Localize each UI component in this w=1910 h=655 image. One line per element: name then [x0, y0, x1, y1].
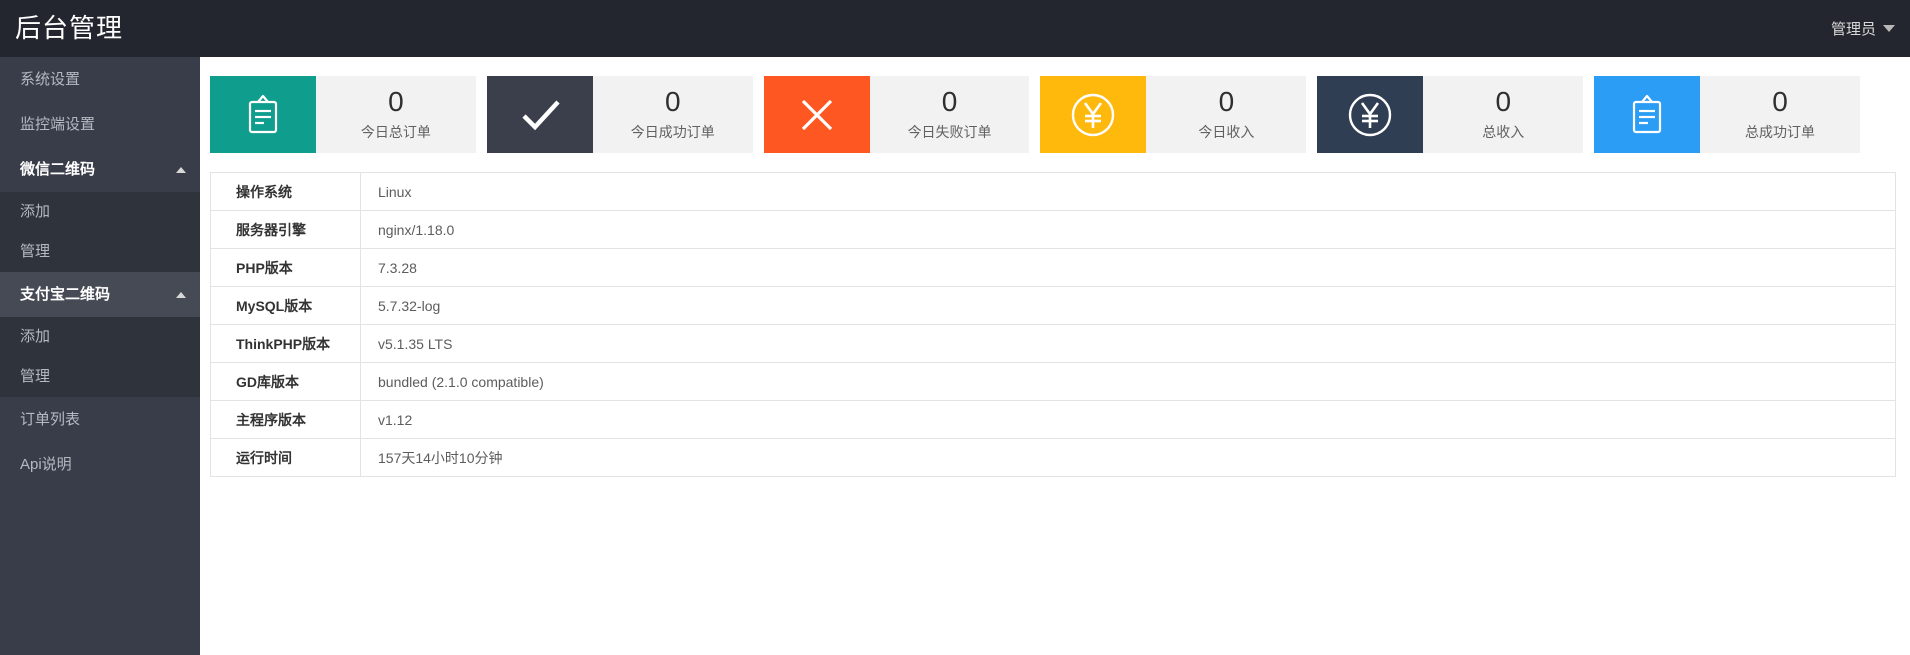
sidebar-item-wechat-qrcode[interactable]: 微信二维码 [0, 147, 200, 192]
yen-icon [1349, 93, 1392, 136]
sidebar-item-label: 系统设置 [20, 71, 81, 88]
table-row: PHP版本 7.3.28 [210, 248, 1896, 287]
stat-icon-box [763, 76, 870, 153]
table-row: ThinkPHP版本 v5.1.35 LTS [210, 324, 1896, 363]
spec-value: 157天14小时10分钟 [360, 438, 1896, 477]
clipboard-icon [248, 94, 278, 133]
stat-icon-box [1040, 76, 1147, 153]
clipboard-icon [1633, 94, 1662, 133]
stat-info: 0 今日总订单 [316, 76, 476, 153]
spec-value: v5.1.35 LTS [360, 324, 1896, 363]
sidebar-item-system-settings[interactable]: 系统设置 [0, 57, 200, 102]
sidebar-item-label: 管理 [20, 243, 51, 260]
sidebar-item-alipay-qrcode[interactable]: 支付宝二维码 [0, 272, 200, 317]
sidebar-item-order-list[interactable]: 订单列表 [0, 397, 200, 442]
sidebar-item-monitor-settings[interactable]: 监控端设置 [0, 102, 200, 147]
stat-value: 0 [1772, 86, 1788, 118]
system-info-table: 操作系统 Linux 服务器引擎 nginx/1.18.0 PHP版本 7.3.… [210, 172, 1896, 477]
stat-info: 0 今日成功订单 [592, 76, 753, 153]
user-menu[interactable]: 管理员 [1831, 0, 1895, 57]
sidebar-item-alipay-add[interactable]: 添加 [0, 317, 200, 357]
stat-value: 0 [1218, 86, 1235, 118]
stat-value: 0 [388, 86, 404, 118]
stat-label: 总收入 [1482, 123, 1525, 140]
stat-card-today-failed-orders: 0 今日失败订单 [763, 76, 1030, 153]
stat-label: 总成功订单 [1745, 123, 1816, 140]
stat-icon-box [210, 76, 316, 153]
table-row: GD库版本 bundled (2.1.0 compatible) [210, 362, 1896, 401]
sidebar: 系统设置 监控端设置 微信二维码 添加 管理 支付宝二维码 添加 管理 订单列表… [0, 57, 200, 655]
sidebar-item-alipay-manage[interactable]: 管理 [0, 357, 200, 397]
spec-value: nginx/1.18.0 [360, 210, 1896, 249]
stat-icon-box [486, 76, 593, 153]
stat-value: 0 [941, 86, 958, 118]
stat-card-total-success-orders: 0 总成功订单 [1594, 76, 1860, 153]
stats-row: 0 今日总订单 0 今日成功订单 0 今日失败订单 0 今日收入 0 总收入 0… [210, 76, 1860, 153]
user-name: 管理员 [1830, 21, 1876, 38]
page-title: 后台管理 [15, 13, 124, 43]
sidebar-item-label: 管理 [20, 368, 51, 385]
sidebar-item-api-docs[interactable]: Api说明 [0, 442, 200, 487]
table-row: MySQL版本 5.7.32-log [210, 286, 1896, 325]
spec-label: GD库版本 [210, 362, 361, 401]
stat-card-total-income: 0 总收入 [1317, 76, 1584, 153]
sidebar-item-label: 支付宝二维码 [20, 286, 111, 303]
sidebar-item-label: 添加 [20, 328, 51, 345]
spec-value: Linux [360, 172, 1896, 211]
stat-label: 今日总订单 [360, 123, 431, 140]
stat-label: 今日成功订单 [630, 123, 715, 140]
check-icon [522, 99, 560, 130]
stat-icon-box [1317, 76, 1424, 153]
spec-label: 主程序版本 [210, 400, 361, 439]
stat-label: 今日失败订单 [907, 123, 992, 140]
spec-value: v1.12 [360, 400, 1896, 439]
table-row: 服务器引擎 nginx/1.18.0 [210, 210, 1896, 249]
table-row: 运行时间 157天14小时10分钟 [210, 438, 1896, 477]
sidebar-group-wechat: 添加 管理 [0, 192, 200, 272]
cross-icon [801, 99, 832, 130]
sidebar-group-alipay: 添加 管理 [0, 317, 200, 397]
chevron-up-icon [176, 166, 186, 173]
yen-icon [1072, 93, 1115, 136]
table-row: 主程序版本 v1.12 [210, 400, 1896, 439]
sidebar-item-label: 添加 [20, 203, 51, 220]
header: 后台管理 管理员 [0, 0, 1910, 57]
stat-info: 0 总收入 [1423, 76, 1584, 153]
spec-label: ThinkPHP版本 [210, 324, 361, 363]
stat-info: 0 今日失败订单 [869, 76, 1030, 153]
stat-card-today-success-orders: 0 今日成功订单 [486, 76, 753, 153]
spec-label: PHP版本 [210, 248, 361, 287]
sidebar-item-label: 订单列表 [20, 411, 81, 428]
stat-card-today-income: 0 今日收入 [1040, 76, 1307, 153]
spec-value: bundled (2.1.0 compatible) [360, 362, 1896, 401]
chevron-up-icon [176, 291, 186, 298]
spec-label: 运行时间 [210, 438, 361, 477]
chevron-down-icon [1883, 25, 1895, 32]
stat-label: 今日收入 [1198, 123, 1255, 140]
sidebar-item-wechat-manage[interactable]: 管理 [0, 232, 200, 272]
spec-label: MySQL版本 [210, 286, 361, 325]
sidebar-item-label: 微信二维码 [20, 161, 96, 178]
stat-icon-box [1594, 76, 1701, 153]
stat-info: 0 今日收入 [1146, 76, 1307, 153]
sidebar-item-label: Api说明 [20, 456, 72, 473]
spec-label: 服务器引擎 [210, 210, 361, 249]
stat-value: 0 [1495, 86, 1512, 118]
stat-info: 0 总成功订单 [1700, 76, 1860, 153]
spec-label: 操作系统 [210, 172, 361, 211]
spec-value: 7.3.28 [360, 248, 1896, 287]
table-row: 操作系统 Linux [210, 172, 1896, 211]
sidebar-item-label: 监控端设置 [20, 116, 96, 133]
main-content: 0 今日总订单 0 今日成功订单 0 今日失败订单 0 今日收入 0 总收入 0… [200, 57, 1910, 655]
stat-card-today-total-orders: 0 今日总订单 [210, 76, 476, 153]
spec-value: 5.7.32-log [360, 286, 1896, 325]
stat-value: 0 [664, 86, 681, 118]
sidebar-item-wechat-add[interactable]: 添加 [0, 192, 200, 232]
